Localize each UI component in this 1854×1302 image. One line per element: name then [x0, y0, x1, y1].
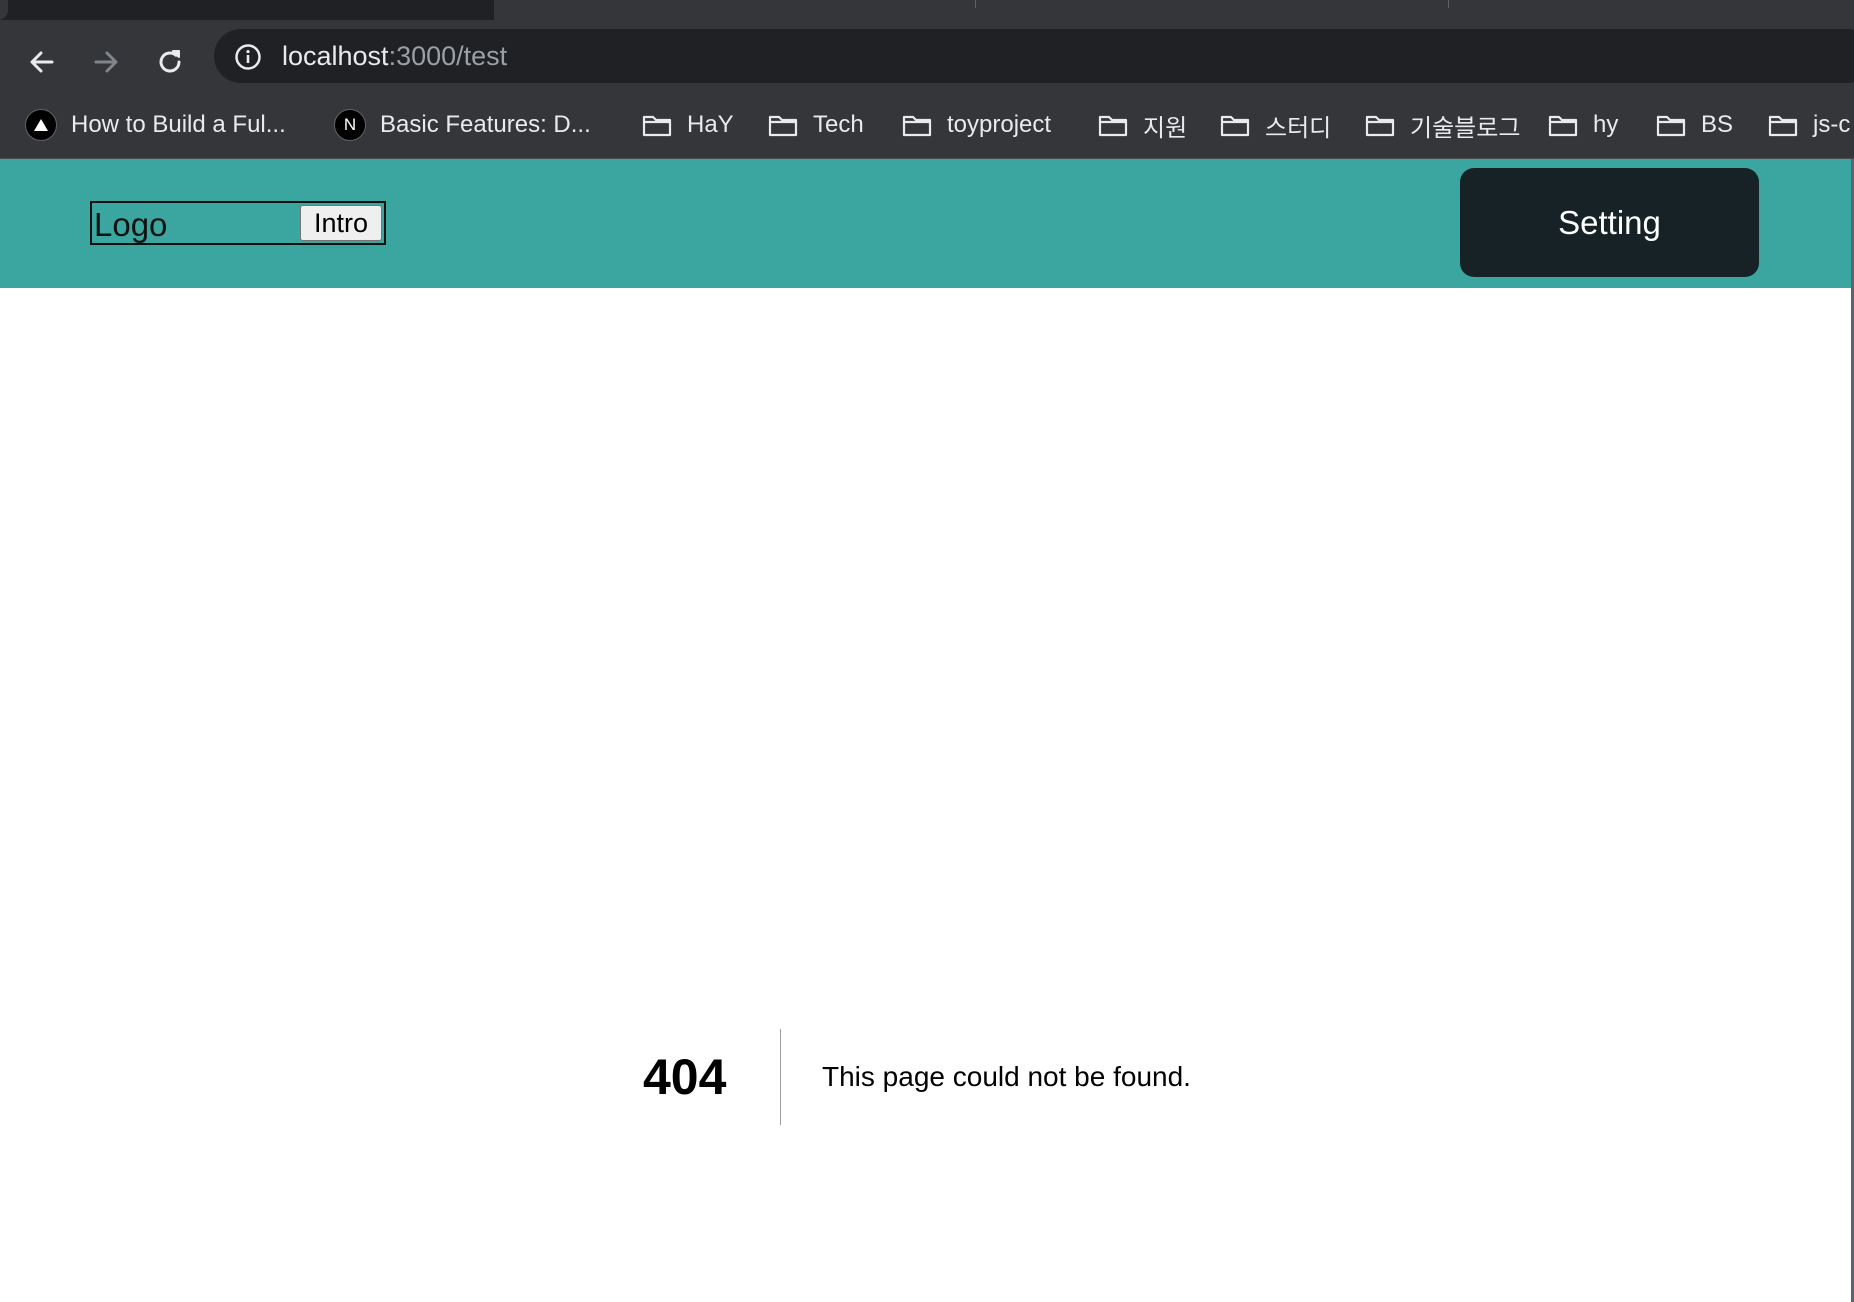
bookmark-folder[interactable]: HaY — [641, 92, 734, 158]
setting-button[interactable]: Setting — [1460, 168, 1759, 277]
forward-button[interactable] — [86, 42, 126, 82]
back-button[interactable] — [22, 42, 62, 82]
arrow-right-icon — [94, 51, 118, 73]
folder-icon — [1768, 115, 1798, 137]
browser-window: localhost:3000/test How to Build a Ful..… — [0, 0, 1854, 1302]
browser-toolbar: localhost:3000/test — [0, 20, 1854, 92]
info-icon[interactable] — [234, 43, 262, 71]
folder-icon — [642, 115, 672, 137]
folder-icon — [1365, 115, 1395, 137]
bookmark-item[interactable]: How to Build a Ful... — [25, 92, 286, 158]
inactive-tabs[interactable] — [494, 0, 1854, 20]
reload-button[interactable] — [150, 42, 190, 82]
folder-icon — [902, 115, 932, 137]
bookmark-label: hy — [1593, 111, 1619, 138]
bookmark-label: BS — [1701, 111, 1734, 138]
bookmark-label: 지원 — [1143, 114, 1188, 142]
bookmark-folder[interactable]: BS — [1655, 92, 1733, 158]
folder-icon — [1220, 115, 1250, 137]
not-found-message: 404 This page could not be found. — [0, 1027, 1851, 1127]
bookmark-label: 기술블로그 — [1410, 114, 1521, 142]
bookmark-label: 스터디 — [1265, 114, 1332, 142]
error-message: This page could not be found. — [822, 1061, 1191, 1092]
folder-icon — [1656, 115, 1686, 137]
tab-divider — [1448, 0, 1449, 8]
url-path: :3000/test — [388, 41, 508, 71]
logo-container: Logo Intro — [90, 201, 386, 245]
address-bar[interactable]: localhost:3000/test — [214, 29, 1854, 83]
url-text[interactable]: localhost:3000/test — [282, 29, 507, 83]
bookmark-folder[interactable]: js-c — [1767, 92, 1850, 158]
folder-icon — [1548, 115, 1578, 137]
bookmark-folder[interactable]: hy — [1547, 92, 1618, 158]
page-viewport: Logo Intro Setting 404 This page could n… — [0, 159, 1854, 1302]
error-code: 404 — [643, 1049, 727, 1105]
logo-text: Logo — [94, 206, 168, 243]
bookmark-label: How to Build a Ful... — [71, 111, 286, 138]
intro-button[interactable]: Intro — [300, 205, 382, 241]
triangle-logo-icon — [25, 109, 57, 141]
bookmark-item[interactable]: N Basic Features: D... — [334, 92, 591, 158]
nextjs-logo-icon: N — [334, 109, 366, 141]
bookmark-label: Tech — [813, 111, 864, 138]
bookmark-folder[interactable]: 지원 — [1097, 92, 1187, 158]
site-header: Logo Intro Setting — [0, 159, 1851, 288]
bookmark-folder[interactable]: 기술블로그 — [1364, 92, 1520, 158]
tab-strip — [0, 0, 1854, 20]
reload-icon — [159, 50, 181, 73]
bookmark-folder[interactable]: Tech — [767, 92, 864, 158]
folder-icon — [1098, 115, 1128, 137]
bookmarks-bar: How to Build a Ful... N Basic Features: … — [0, 92, 1854, 159]
arrow-left-icon — [30, 51, 54, 73]
bookmark-folder[interactable]: toyproject — [901, 92, 1051, 158]
divider — [780, 1029, 781, 1125]
folder-icon — [768, 115, 798, 137]
bookmark-folder[interactable]: 스터디 — [1219, 92, 1331, 158]
bookmark-label: Basic Features: D... — [380, 111, 591, 138]
bookmark-label: toyproject — [947, 111, 1052, 138]
bookmark-label: js-c — [1813, 111, 1851, 138]
tab-divider — [975, 0, 976, 8]
bookmark-label: HaY — [687, 111, 734, 138]
active-tab-edge[interactable] — [0, 0, 8, 20]
url-host: localhost — [282, 41, 389, 71]
